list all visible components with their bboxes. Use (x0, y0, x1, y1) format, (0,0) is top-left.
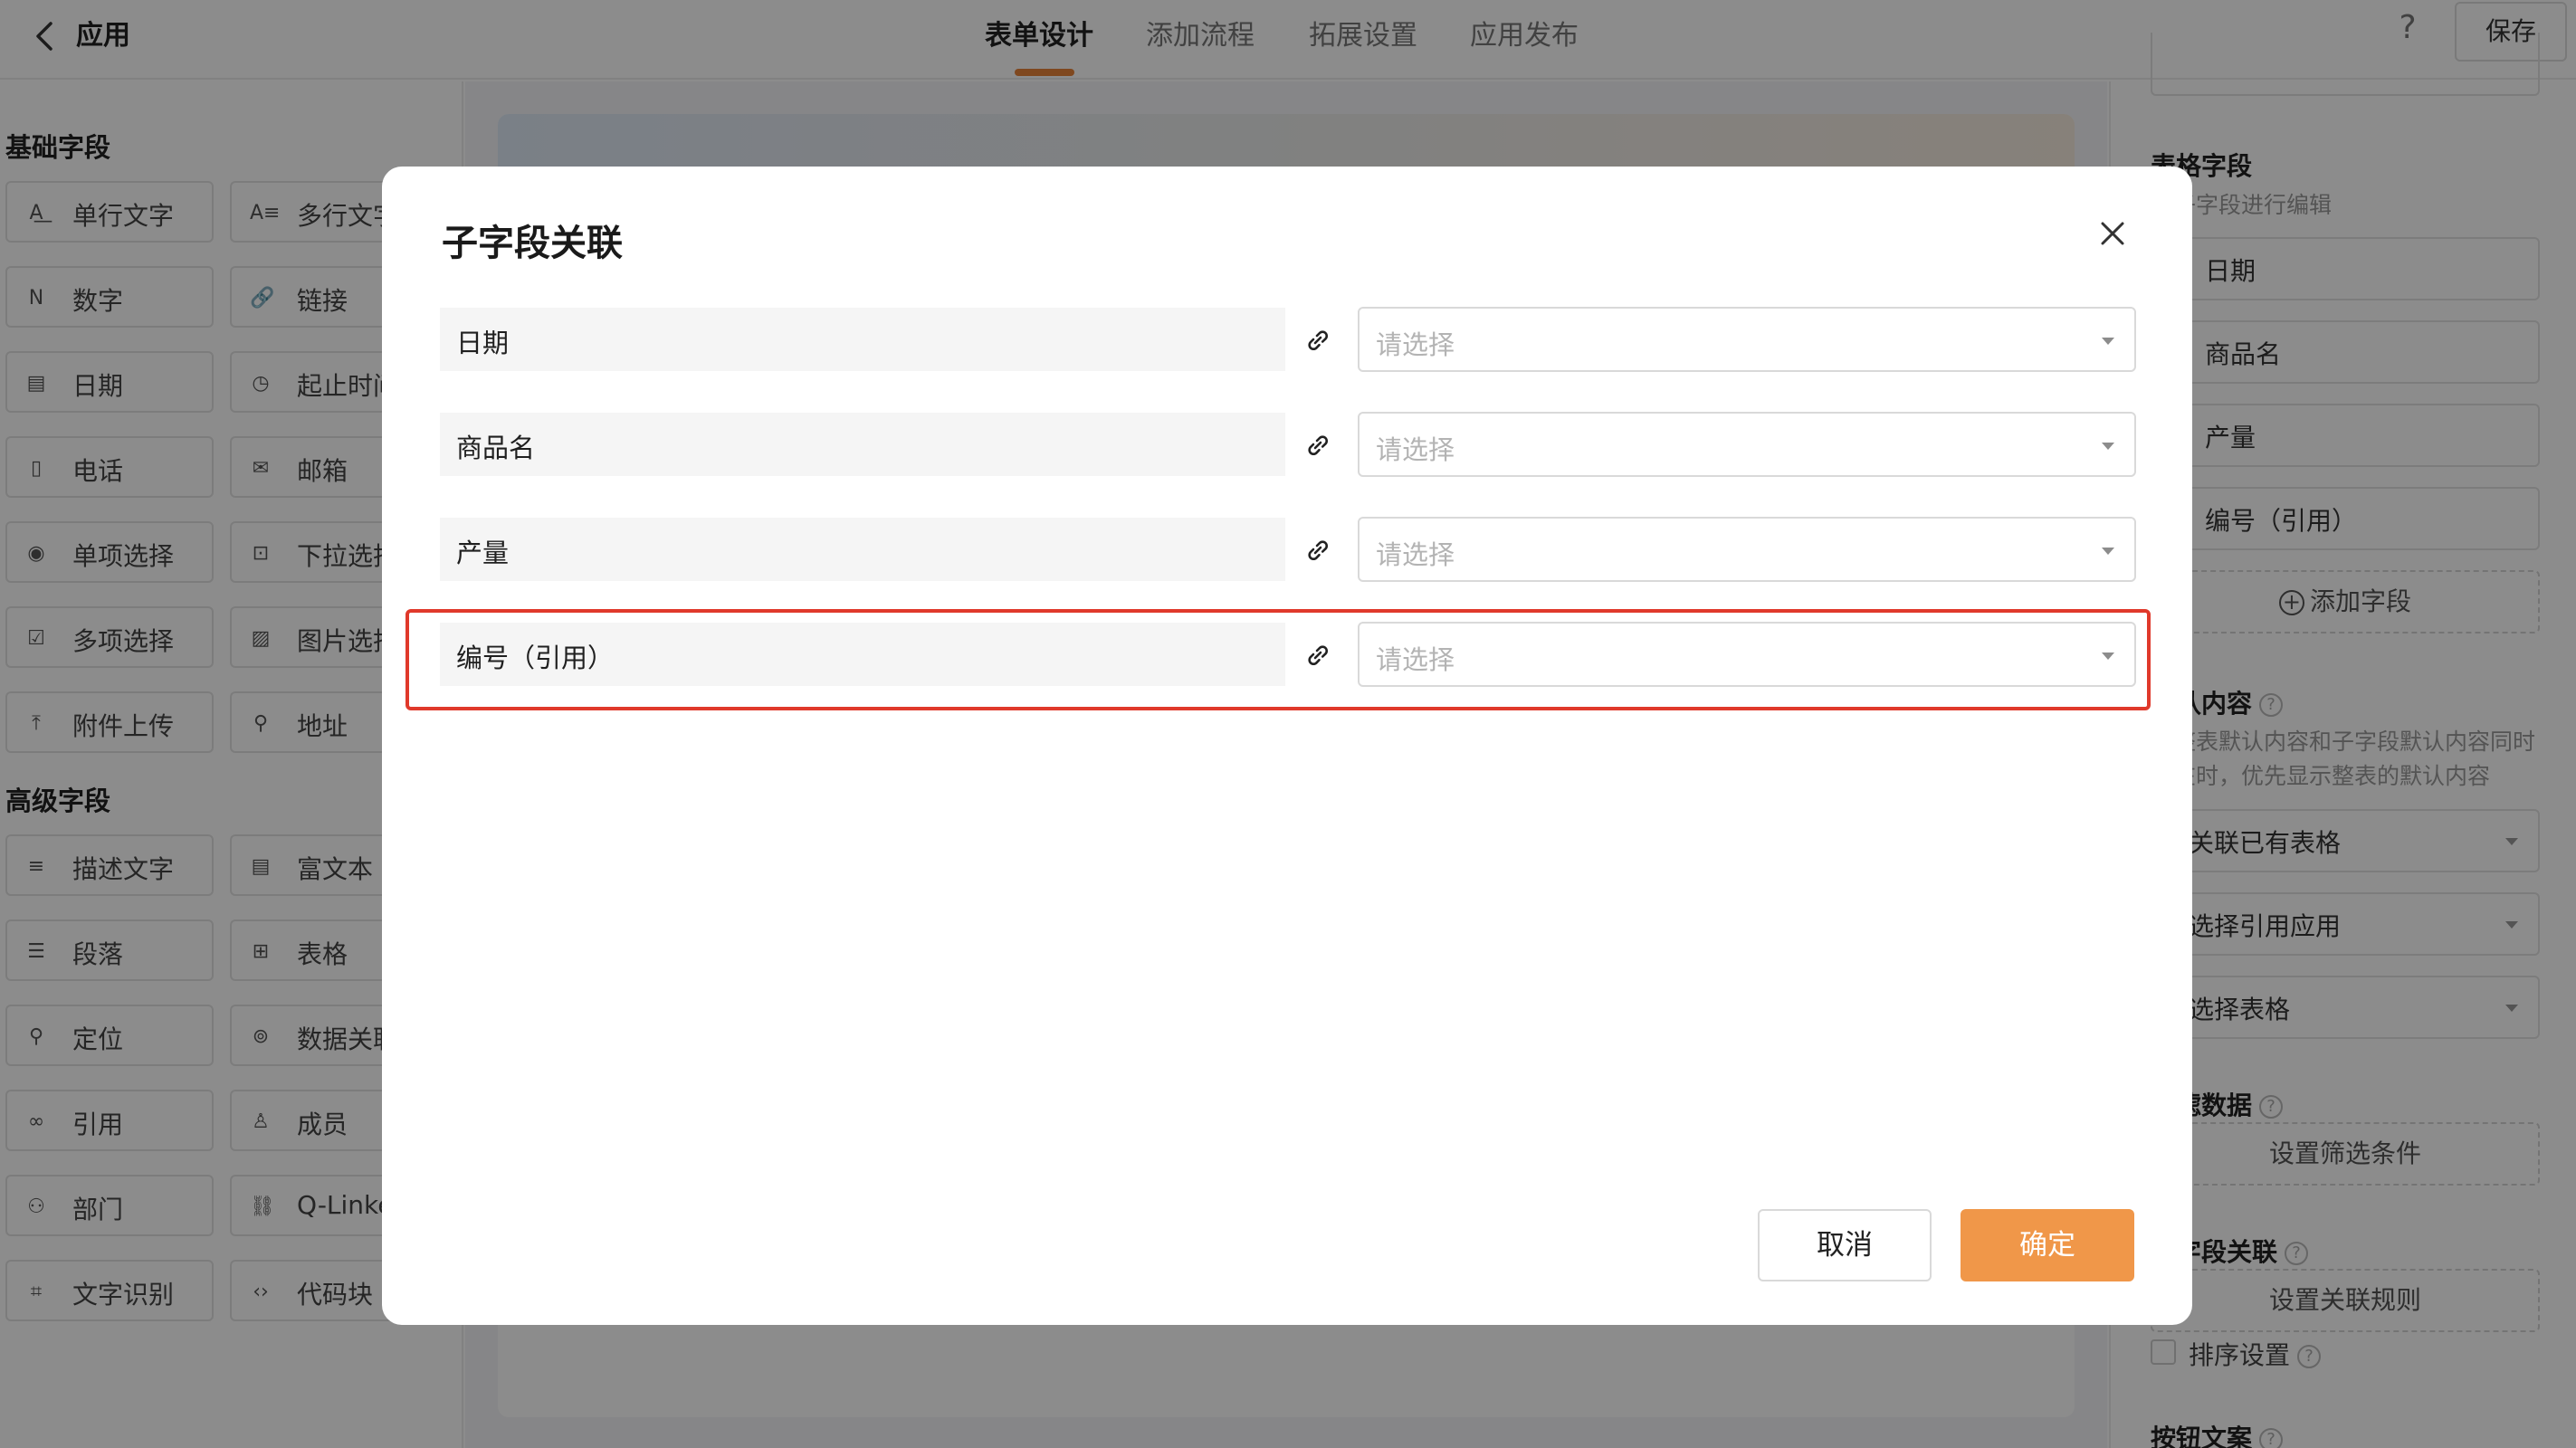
caret-down-icon (2102, 338, 2114, 345)
subfield-select[interactable]: 请选择 (1358, 307, 2136, 372)
highlight-box (405, 609, 2151, 710)
subfield-select[interactable]: 请选择 (1358, 412, 2136, 477)
link-icon (1308, 330, 1329, 351)
confirm-button[interactable]: 确定 (1961, 1209, 2134, 1281)
select-placeholder: 请选择 (1376, 329, 1455, 360)
select-placeholder: 请选择 (1376, 539, 1455, 570)
link-icon (1308, 540, 1329, 561)
subfield-label: 日期 (440, 308, 1285, 371)
cancel-button[interactable]: 取消 (1758, 1209, 1932, 1281)
subfield-select[interactable]: 请选择 (1358, 517, 2136, 582)
caret-down-icon (2102, 443, 2114, 450)
subfield-label: 产量 (440, 518, 1285, 581)
subfield-label: 商品名 (440, 413, 1285, 476)
dialog-title: 子字段关联 (442, 223, 623, 264)
subfield-association-dialog: 子字段关联 日期 请选择 商品名 请选择 产量 请选择 编号（引用） 请选择 取… (382, 167, 2192, 1325)
close-icon[interactable] (2093, 214, 2132, 253)
link-icon (1308, 435, 1329, 456)
select-placeholder: 请选择 (1376, 434, 1455, 465)
caret-down-icon (2102, 548, 2114, 555)
